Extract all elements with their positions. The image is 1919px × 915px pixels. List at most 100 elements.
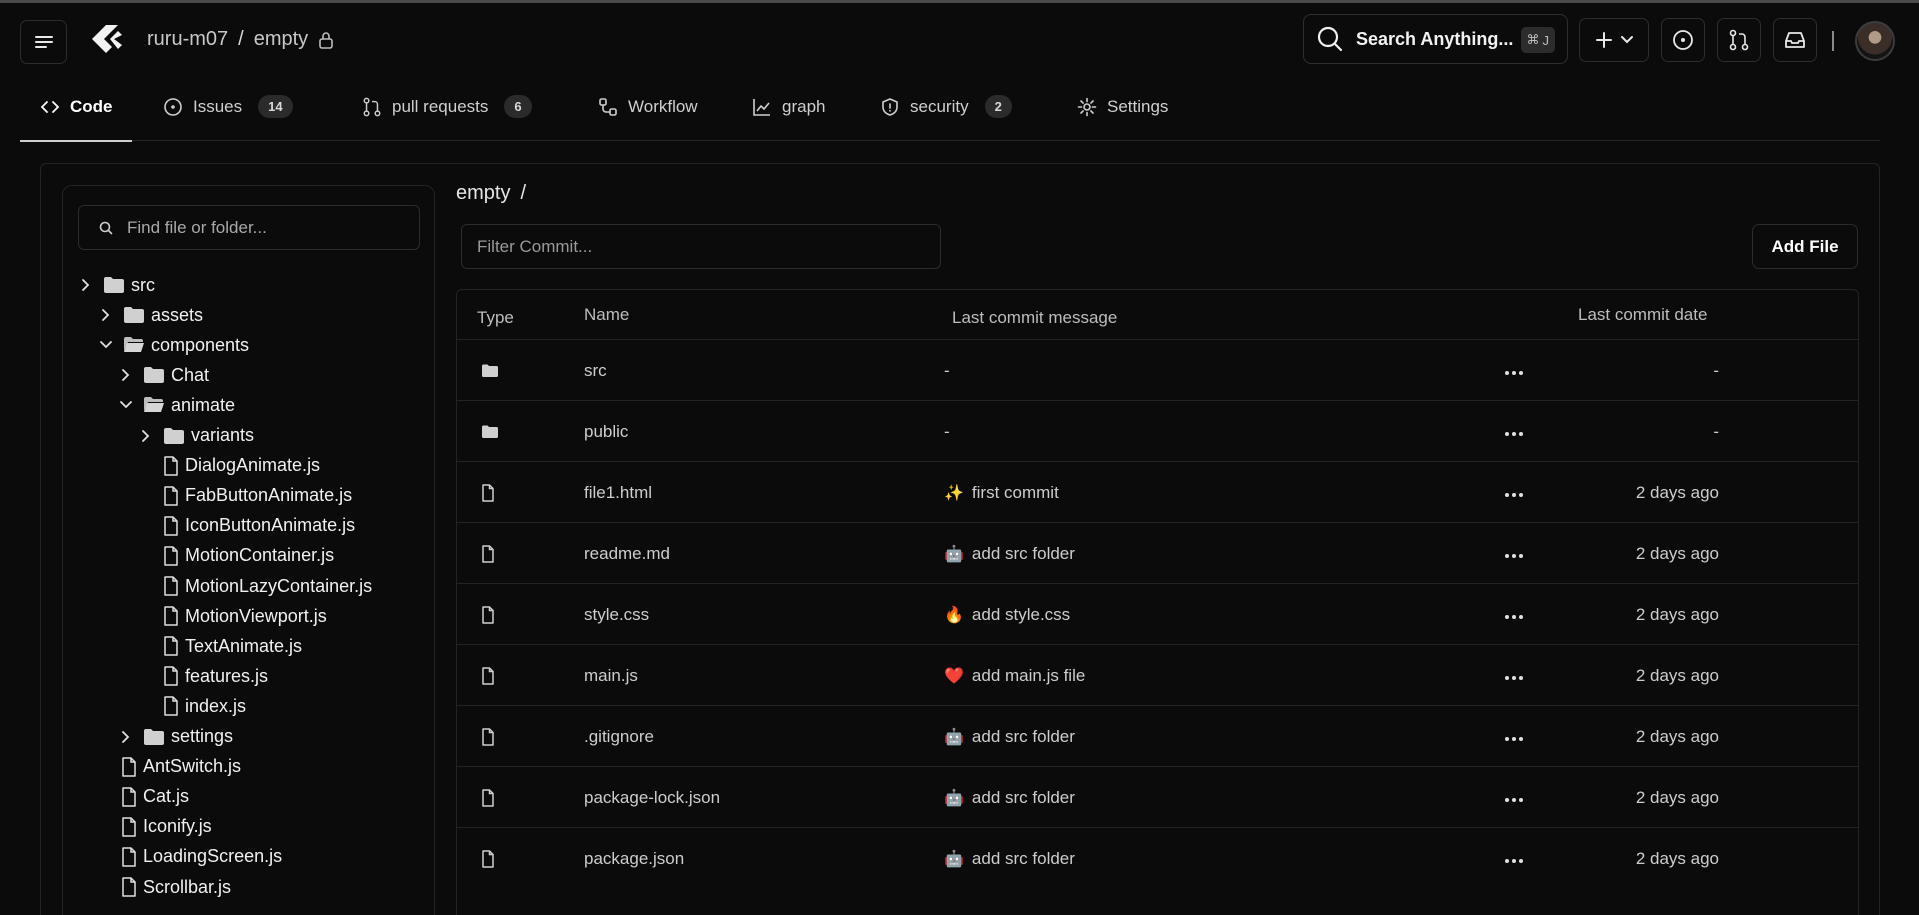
issue-icon: [163, 97, 183, 117]
commit-message[interactable]: -: [944, 401, 950, 462]
file-name-link[interactable]: readme.md: [584, 523, 670, 584]
commit-message[interactable]: ❤️ add main.js file: [944, 645, 1085, 706]
menu-button[interactable]: [20, 20, 67, 64]
tree-folder[interactable]: Chat: [117, 360, 209, 390]
more-actions-button[interactable]: [1504, 828, 1524, 889]
table-row[interactable]: public - -: [457, 400, 1858, 461]
file-name-link[interactable]: src: [584, 340, 607, 401]
table-row[interactable]: package.json 🤖 add src folder 2 days ago: [457, 827, 1858, 888]
chevron-right-icon[interactable]: [97, 308, 115, 322]
commit-message[interactable]: 🤖 add src folder: [944, 828, 1075, 889]
tree-file[interactable]: MotionLazyContainer.js: [163, 571, 372, 601]
issues-button[interactable]: [1661, 18, 1705, 62]
tree-file[interactable]: AntSwitch.js: [121, 752, 241, 782]
commit-message[interactable]: 🤖 add src folder: [944, 767, 1075, 828]
chevron-down-icon[interactable]: [117, 400, 135, 410]
tree-folder[interactable]: variants: [137, 421, 254, 451]
commit-message[interactable]: ✨ first commit: [944, 462, 1059, 523]
tree-item-label: src: [131, 274, 155, 295]
create-new-button[interactable]: [1579, 18, 1649, 62]
commit-message[interactable]: 🤖 add src folder: [944, 523, 1075, 584]
file-name-link[interactable]: .gitignore: [584, 706, 654, 767]
tree-item-label: MotionContainer.js: [185, 545, 335, 566]
more-actions-button[interactable]: [1504, 706, 1524, 767]
tree-item-label: Iconify.js: [143, 816, 212, 837]
tree-file[interactable]: Scrollbar.js: [121, 872, 231, 902]
tree-file[interactable]: Iconify.js: [121, 812, 212, 842]
file-name-link[interactable]: package-lock.json: [584, 767, 720, 828]
filter-commit-input[interactable]: Filter Commit...: [461, 224, 941, 269]
commit-message[interactable]: 🤖 add src folder: [944, 706, 1075, 767]
more-actions-button[interactable]: [1504, 767, 1524, 828]
more-actions-button[interactable]: [1504, 584, 1524, 645]
shortcut-key: J: [1542, 32, 1550, 48]
top-header: ruru-m07 / empty Search Anything... ⌘ J: [0, 3, 1919, 75]
tree-file[interactable]: index.js: [163, 691, 246, 721]
tree-file[interactable]: MotionViewport.js: [163, 601, 327, 631]
table-row[interactable]: style.css 🔥 add style.css 2 days ago: [457, 583, 1858, 644]
file-name-link[interactable]: package.json: [584, 828, 684, 889]
file-name-link[interactable]: main.js: [584, 645, 638, 706]
file-name-link[interactable]: style.css: [584, 584, 649, 645]
repo-name-link[interactable]: empty: [254, 28, 308, 51]
column-header-message: Last commit message: [952, 308, 1118, 327]
file-name-link[interactable]: public: [584, 401, 628, 462]
tree-file[interactable]: TextAnimate.js: [163, 631, 302, 661]
commit-message-text: first commit: [971, 482, 1059, 502]
more-horizontal-icon: [1504, 544, 1524, 564]
file-name-link[interactable]: file1.html: [584, 462, 652, 523]
tree-file[interactable]: DialogAnimate.js: [163, 451, 320, 481]
user-avatar[interactable]: [1855, 21, 1895, 61]
chevron-down-icon[interactable]: [97, 340, 115, 350]
chevron-right-icon[interactable]: [117, 730, 135, 744]
tree-file[interactable]: IconButtonAnimate.js: [163, 511, 355, 541]
table-row[interactable]: .gitignore 🤖 add src folder 2 days ago: [457, 705, 1858, 766]
table-row[interactable]: package-lock.json 🤖 add src folder 2 days a…: [457, 766, 1858, 827]
app-logo[interactable]: [88, 23, 124, 58]
tree-file[interactable]: FabButtonAnimate.js: [163, 481, 352, 511]
tree-folder[interactable]: settings: [117, 722, 233, 752]
more-actions-button[interactable]: [1504, 340, 1524, 401]
file-icon: [481, 584, 495, 645]
table-row[interactable]: src - -: [457, 339, 1858, 400]
more-horizontal-icon: [1504, 483, 1524, 503]
chevron-right-icon[interactable]: [117, 368, 135, 382]
plus-icon: [1594, 30, 1614, 50]
issues-count-badge: 14: [258, 95, 293, 118]
tab-security[interactable]: security 2: [880, 89, 1012, 141]
tree-file[interactable]: MotionContainer.js: [163, 541, 334, 571]
tree-file[interactable]: LoadingScreen.js: [121, 842, 282, 872]
commit-message[interactable]: -: [944, 340, 950, 401]
tree-file[interactable]: Cat.js: [121, 782, 189, 812]
more-actions-button[interactable]: [1504, 523, 1524, 584]
tree-file[interactable]: features.js: [163, 661, 268, 691]
chevron-right-icon[interactable]: [137, 429, 155, 443]
tab-issues[interactable]: Issues 14: [163, 89, 293, 141]
tab-pull-requests[interactable]: pull requests 6: [362, 89, 532, 141]
commit-message[interactable]: 🔥 add style.css: [944, 584, 1070, 645]
breadcrumb-repo-link[interactable]: empty: [456, 182, 510, 205]
repo-owner-link[interactable]: ruru-m07: [147, 28, 228, 51]
tree-folder[interactable]: components: [97, 330, 249, 360]
chevron-right-icon[interactable]: [77, 278, 95, 292]
table-row[interactable]: readme.md 🤖 add src folder 2 days ago: [457, 522, 1858, 583]
more-actions-button[interactable]: [1504, 462, 1524, 523]
tab-settings[interactable]: Settings: [1077, 89, 1168, 141]
folder-open-icon: [123, 336, 145, 354]
inbox-button[interactable]: [1773, 18, 1817, 62]
tree-folder[interactable]: src: [77, 270, 155, 300]
global-search[interactable]: Search Anything... ⌘ J: [1303, 14, 1568, 64]
table-row[interactable]: main.js ❤️ add main.js file 2 days ago: [457, 644, 1858, 705]
find-file-input[interactable]: Find file or folder...: [78, 205, 420, 250]
more-actions-button[interactable]: [1504, 645, 1524, 706]
pull-requests-button[interactable]: [1717, 18, 1761, 62]
tab-graph[interactable]: graph: [752, 89, 825, 141]
tab-workflow[interactable]: Workflow: [598, 89, 698, 141]
more-actions-button[interactable]: [1504, 401, 1524, 462]
tab-code[interactable]: Code: [20, 89, 132, 142]
add-file-button[interactable]: Add File: [1752, 224, 1858, 269]
tree-folder[interactable]: assets: [97, 300, 203, 330]
folder-icon: [143, 366, 165, 384]
table-row[interactable]: file1.html ✨ first commit 2 days ago: [457, 461, 1858, 522]
tree-folder[interactable]: animate: [117, 390, 235, 420]
